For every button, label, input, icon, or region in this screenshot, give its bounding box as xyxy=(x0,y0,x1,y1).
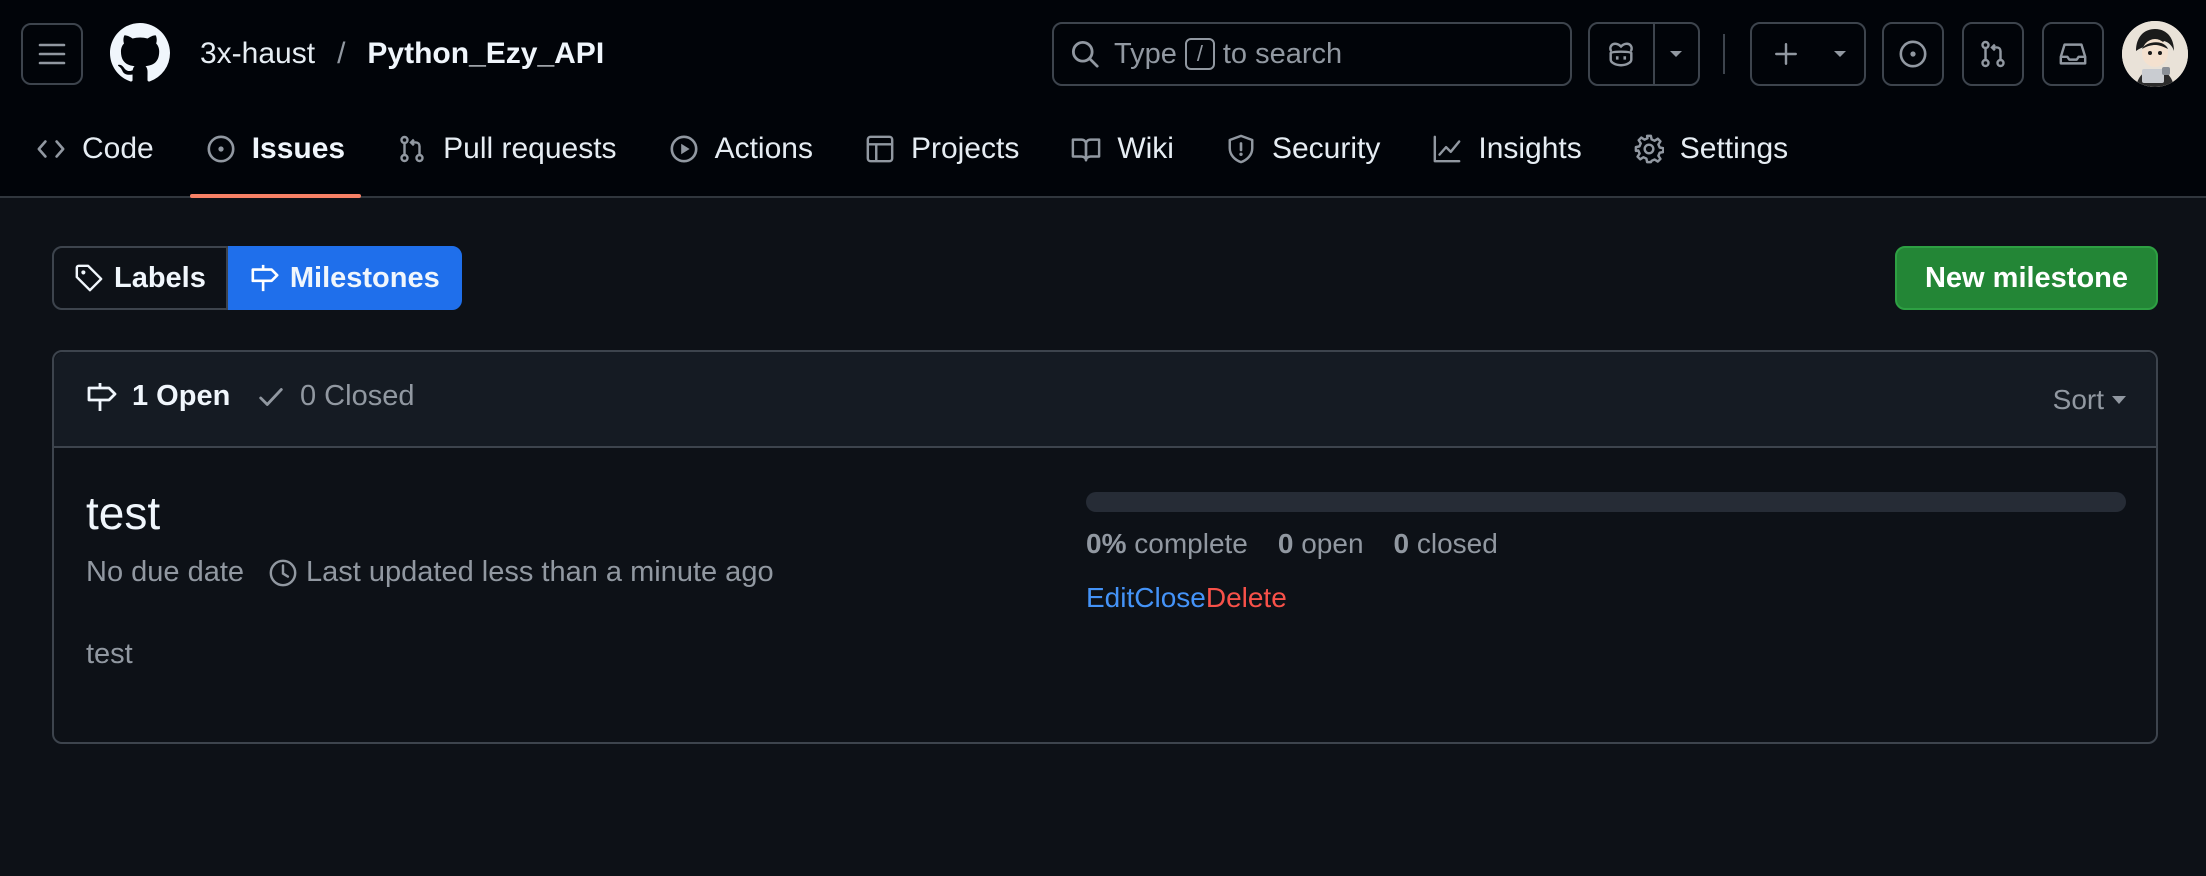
tab-label: Settings xyxy=(1679,132,1789,165)
app-header: 3x-haust / Python_Ezy_API Type / to sear… xyxy=(0,0,2206,198)
sort-label: Sort xyxy=(2052,384,2104,415)
milestones-tab-label: Milestones xyxy=(289,261,440,294)
milestone-meta: No due date Last updated less than a min… xyxy=(86,556,774,589)
table-icon xyxy=(865,134,911,164)
percent-complete: 0% complete xyxy=(1086,528,1248,559)
closed-count-label: 0 Closed xyxy=(300,380,415,412)
tab-code[interactable]: Code xyxy=(20,118,170,180)
tab-label: Wiki xyxy=(1117,132,1174,165)
tab-label: Pull requests xyxy=(443,132,617,165)
user-avatar[interactable] xyxy=(2122,21,2188,87)
last-updated-text: Last updated less than a minute ago xyxy=(306,556,774,588)
copilot-button[interactable] xyxy=(1590,24,1653,84)
open-issues-count[interactable]: 0 open xyxy=(1278,528,1364,560)
repo-nav: Code Issues Pull requests Actions Projec… xyxy=(0,118,1824,198)
git-pull-request-icon xyxy=(1978,39,2008,69)
due-date-text: No due date xyxy=(86,556,245,588)
edit-milestone-link[interactable]: Edit xyxy=(1086,582,1134,614)
menu-button[interactable] xyxy=(21,23,83,85)
inbox-button[interactable] xyxy=(2042,22,2104,86)
book-icon xyxy=(1071,134,1117,164)
close-milestone-link[interactable]: Close xyxy=(1134,582,1206,614)
header-divider xyxy=(1723,34,1725,74)
your-pull-requests-button[interactable] xyxy=(1962,22,2024,86)
tab-issues[interactable]: Issues xyxy=(189,118,362,198)
tab-label: Code xyxy=(82,132,154,165)
gear-icon xyxy=(1634,134,1680,164)
milestone-icon xyxy=(86,381,132,413)
inbox-icon xyxy=(2058,39,2088,69)
tab-label: Insights xyxy=(1478,132,1582,165)
tab-wiki[interactable]: Wiki xyxy=(1055,118,1190,180)
copilot-button-group xyxy=(1588,22,1700,86)
triangle-down-icon xyxy=(1668,49,1684,59)
search-placeholder-suffix: to search xyxy=(1222,37,1343,70)
milestones-box: 1 Open 0 Closed Sort test No due date La… xyxy=(52,350,2158,744)
tab-pull-requests[interactable]: Pull requests xyxy=(381,118,632,180)
tab-label: Security xyxy=(1271,132,1381,165)
tab-projects[interactable]: Projects xyxy=(849,118,1035,180)
tab-label: Issues xyxy=(251,132,346,165)
closed-issues-count[interactable]: 0 closed xyxy=(1394,528,1498,560)
copilot-icon xyxy=(1606,39,1636,69)
labels-milestones-subnav: Labels Milestones xyxy=(52,246,462,310)
hamburger-icon xyxy=(38,42,66,66)
sort-dropdown[interactable]: Sort xyxy=(2053,384,2126,416)
search-input[interactable]: Type / to search xyxy=(1052,22,1572,86)
top-bar: 3x-haust / Python_Ezy_API Type / to sear… xyxy=(0,0,2206,108)
labels-tab-label: Labels xyxy=(114,261,206,294)
plus-icon xyxy=(1773,41,1799,67)
check-icon xyxy=(256,382,300,412)
last-updated: Last updated less than a minute ago xyxy=(268,556,774,589)
closed-milestones-filter[interactable]: 0 Closed xyxy=(256,380,414,413)
tab-settings[interactable]: Settings xyxy=(1618,118,1804,180)
breadcrumb-separator: / xyxy=(337,37,346,70)
open-milestones-filter[interactable]: 1 Open xyxy=(86,380,230,413)
tab-actions[interactable]: Actions xyxy=(653,118,829,180)
search-shortcut-key: / xyxy=(1184,38,1215,70)
code-icon xyxy=(36,134,82,164)
milestone-icon xyxy=(250,263,290,293)
milestone-actions: Edit Close Delete xyxy=(1086,582,1287,614)
tab-label: Actions xyxy=(714,132,813,165)
search-icon xyxy=(1070,39,1100,69)
graph-icon xyxy=(1432,134,1478,164)
issue-opened-icon xyxy=(1898,39,1928,69)
breadcrumb: 3x-haust / Python_Ezy_API xyxy=(200,34,604,74)
tab-security[interactable]: Security xyxy=(1210,118,1396,180)
plus-button[interactable] xyxy=(1752,24,1820,84)
create-new-button[interactable] xyxy=(1750,22,1866,86)
tab-label: Projects xyxy=(910,132,1020,165)
search-placeholder-prefix: Type xyxy=(1114,37,1177,70)
repo-owner-link[interactable]: 3x-haust xyxy=(200,37,315,71)
your-issues-button[interactable] xyxy=(1882,22,1944,86)
new-milestone-button[interactable]: New milestone xyxy=(1895,246,2158,310)
github-logo-icon[interactable] xyxy=(110,23,170,83)
tag-icon xyxy=(74,263,114,293)
milestones-tab[interactable]: Milestones xyxy=(227,246,462,310)
milestone-progress-bar xyxy=(1086,492,2126,512)
shield-icon xyxy=(1226,134,1272,164)
repo-name-link[interactable]: Python_Ezy_API xyxy=(367,37,604,71)
clock-icon xyxy=(268,558,306,588)
open-count-label: 1 Open xyxy=(132,380,231,412)
issue-opened-icon xyxy=(206,134,252,164)
git-pull-request-icon xyxy=(397,134,443,164)
milestone-title-link[interactable]: test xyxy=(86,486,160,540)
create-dropdown-button[interactable] xyxy=(1820,24,1860,84)
delete-milestone-link[interactable]: Delete xyxy=(1206,582,1287,614)
tab-insights[interactable]: Insights xyxy=(1416,118,1597,180)
triangle-down-icon xyxy=(1832,49,1848,59)
chevron-down-icon xyxy=(2112,396,2126,404)
play-icon xyxy=(669,134,715,164)
labels-tab[interactable]: Labels xyxy=(52,246,228,310)
milestone-stats: 0% complete 0 open 0 closed xyxy=(1086,528,1528,560)
milestones-box-header: 1 Open 0 Closed Sort xyxy=(54,352,2156,448)
milestone-description: test xyxy=(86,638,133,670)
copilot-dropdown-button[interactable] xyxy=(1655,24,1698,84)
